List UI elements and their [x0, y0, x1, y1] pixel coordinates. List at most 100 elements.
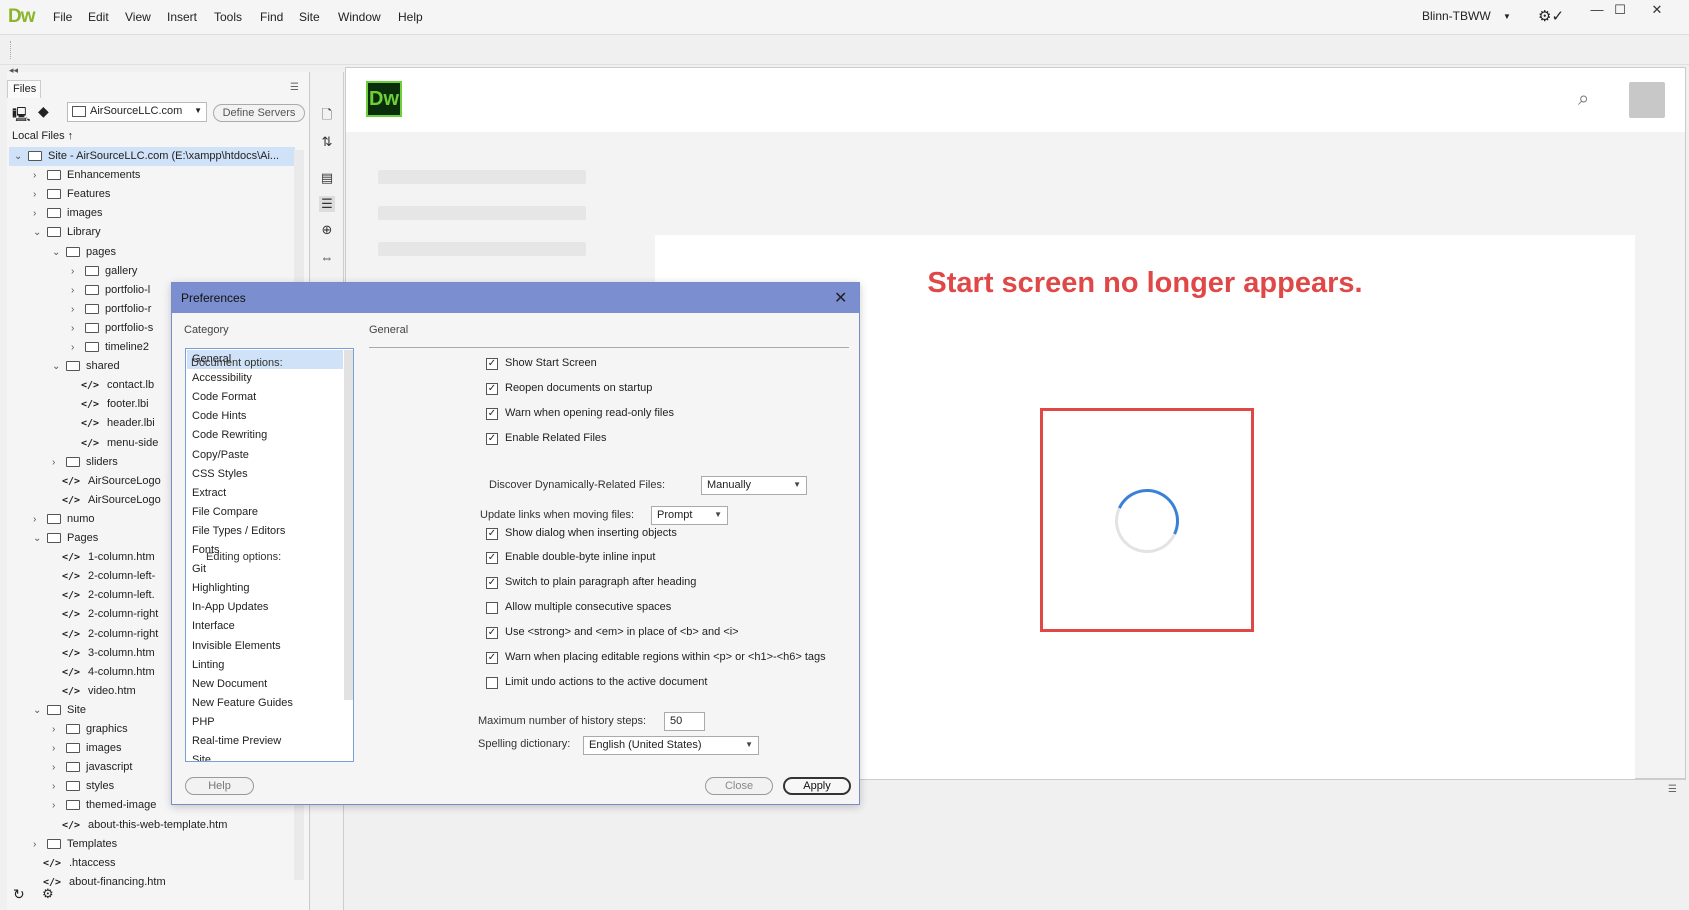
site-select[interactable]: AirSourceLLC.com ▼ [67, 102, 207, 122]
tree-folder[interactable]: › Features [33, 185, 110, 204]
option-checkbox[interactable] [486, 677, 498, 689]
menu-edit[interactable]: Edit [88, 10, 109, 24]
collapse-panel-icon[interactable]: ◂◂ [9, 65, 18, 76]
help-button[interactable]: Help [185, 777, 254, 795]
tree-file[interactable]: </> 2-column-left. [52, 586, 155, 605]
dialog-titlebar[interactable]: Preferences ✕ [172, 283, 859, 313]
option-checkbox[interactable] [486, 627, 498, 639]
tree-folder[interactable]: › Templates [33, 835, 117, 854]
category-item[interactable]: Code Hints [187, 407, 343, 426]
close-window-button[interactable]: ✕ [1640, 2, 1674, 22]
tree-file[interactable]: </> about-this-web-template.htm [52, 816, 227, 835]
chevron-down-icon[interactable]: ▼ [1503, 12, 1511, 21]
tree-file[interactable]: </> footer.lbi [71, 395, 149, 414]
tree-folder[interactable]: ⌄ Library [33, 223, 101, 242]
menu-find[interactable]: Find [260, 10, 283, 24]
chevron-down-icon[interactable]: ⌄ [33, 529, 43, 548]
tree-file[interactable]: </> .htaccess [33, 854, 115, 873]
chevron-right-icon[interactable]: › [52, 796, 62, 815]
tree-file[interactable]: </> 3-column.htm [52, 644, 155, 663]
maximize-button[interactable]: ☐ [1603, 2, 1637, 22]
menu-window[interactable]: Window [338, 10, 381, 24]
tree-folder[interactable]: › sliders [52, 453, 118, 472]
show-dialog-checkbox[interactable] [486, 528, 498, 540]
chevron-down-icon[interactable]: ⌄ [52, 357, 62, 376]
chevron-right-icon[interactable]: › [33, 835, 43, 854]
chevron-right-icon[interactable]: › [33, 185, 43, 204]
category-item[interactable]: Linting [187, 656, 343, 675]
git-icon[interactable]: ◆ [38, 103, 49, 120]
chevron-right-icon[interactable]: › [52, 758, 62, 777]
expand-icon[interactable]: ⇔ [319, 250, 335, 266]
tree-file[interactable]: </> 4-column.htm [52, 663, 155, 682]
tree-folder[interactable]: › gallery [71, 262, 137, 281]
chevron-right-icon[interactable]: › [33, 166, 43, 185]
tab-files[interactable]: Files [7, 80, 41, 98]
category-scrollbar[interactable] [344, 350, 353, 700]
tree-folder[interactable]: › images [52, 739, 121, 758]
tree-folder[interactable]: › numo [33, 510, 95, 529]
tree-file[interactable]: </> AirSourceLogo [52, 491, 161, 510]
tree-folder[interactable]: › styles [52, 777, 114, 796]
category-item[interactable]: New Document [187, 675, 343, 694]
refresh-icon[interactable]: ↻ [13, 886, 25, 903]
tree-folder[interactable]: ⌄ Site [33, 701, 86, 720]
tree-folder[interactable]: ⌄ shared [52, 357, 120, 376]
option-checkbox[interactable] [486, 552, 498, 564]
tree-folder[interactable]: › Enhancements [33, 166, 140, 185]
chevron-right-icon[interactable]: › [52, 777, 62, 796]
update-links-select[interactable]: Prompt ▼ [651, 506, 728, 525]
category-item[interactable]: Copy/Paste [187, 446, 343, 465]
option-checkbox[interactable] [486, 408, 498, 420]
chevron-right-icon[interactable]: › [52, 720, 62, 739]
chevron-right-icon[interactable]: › [33, 204, 43, 223]
option-checkbox[interactable] [486, 433, 498, 445]
chevron-right-icon[interactable]: › [52, 739, 62, 758]
gear-icon[interactable]: ⚙✓ [1538, 7, 1564, 25]
tree-folder[interactable]: › themed-image [52, 796, 156, 815]
panel-menu-icon[interactable]: ☰ [1668, 784, 1677, 795]
avatar[interactable] [1629, 82, 1665, 118]
category-item[interactable]: Invisible Elements [187, 637, 343, 656]
category-item[interactable]: Accessibility [187, 369, 343, 388]
tree-folder[interactable]: › graphics [52, 720, 128, 739]
tree-folder[interactable]: › portfolio-l [71, 281, 150, 300]
site-monitor-icon[interactable]: 🖳 [12, 104, 31, 128]
tree-file[interactable]: </> menu-side [71, 434, 158, 453]
tree-folder[interactable]: › portfolio-s [71, 319, 153, 338]
chevron-right-icon[interactable]: › [71, 262, 81, 281]
option-checkbox[interactable] [486, 383, 498, 395]
tree-folder[interactable]: ⌄ Site - AirSourceLLC.com (E:\xampp\htdoc… [9, 147, 295, 166]
apply-button[interactable]: Apply [783, 777, 851, 795]
tree-file[interactable]: </> header.lbi [71, 414, 155, 433]
option-checkbox[interactable] [486, 652, 498, 664]
category-item[interactable]: Code Rewriting [187, 426, 343, 445]
chevron-down-icon[interactable]: ⌄ [33, 223, 43, 242]
tree-file[interactable]: </> 1-column.htm [52, 548, 155, 567]
chevron-right-icon[interactable]: › [71, 281, 81, 300]
spelling-select[interactable]: English (United States) ▼ [583, 736, 759, 755]
tree-folder[interactable]: › images [33, 204, 102, 223]
menu-insert[interactable]: Insert [167, 10, 197, 24]
toolbar-grip[interactable] [10, 41, 12, 59]
category-item[interactable]: New Feature Guides [187, 694, 343, 713]
close-icon[interactable]: ✕ [834, 288, 847, 308]
log-icon[interactable]: ⚙ [42, 886, 54, 902]
chevron-right-icon[interactable]: › [33, 510, 43, 529]
workspace-switcher[interactable]: Blinn-TBWW [1422, 9, 1491, 23]
menu-view[interactable]: View [125, 10, 151, 24]
chevron-right-icon[interactable]: › [71, 319, 81, 338]
outline-icon[interactable]: ☰ [319, 196, 335, 212]
category-item[interactable]: Interface [187, 617, 343, 636]
tree-folder[interactable]: › timeline2 [71, 338, 149, 357]
close-button[interactable]: Close [705, 777, 773, 795]
category-item[interactable]: PHP [187, 713, 343, 732]
option-checkbox[interactable] [486, 577, 498, 589]
target-icon[interactable]: ⊕ [319, 222, 335, 238]
category-item[interactable]: Site [187, 751, 343, 761]
tree-file[interactable]: </> AirSourceLogo [52, 472, 161, 491]
category-item[interactable]: CSS Styles [187, 465, 343, 484]
tree-folder[interactable]: ⌄ pages [52, 243, 116, 262]
category-item[interactable]: File Compare [187, 503, 343, 522]
tree-folder[interactable]: ⌄ Pages [33, 529, 98, 548]
